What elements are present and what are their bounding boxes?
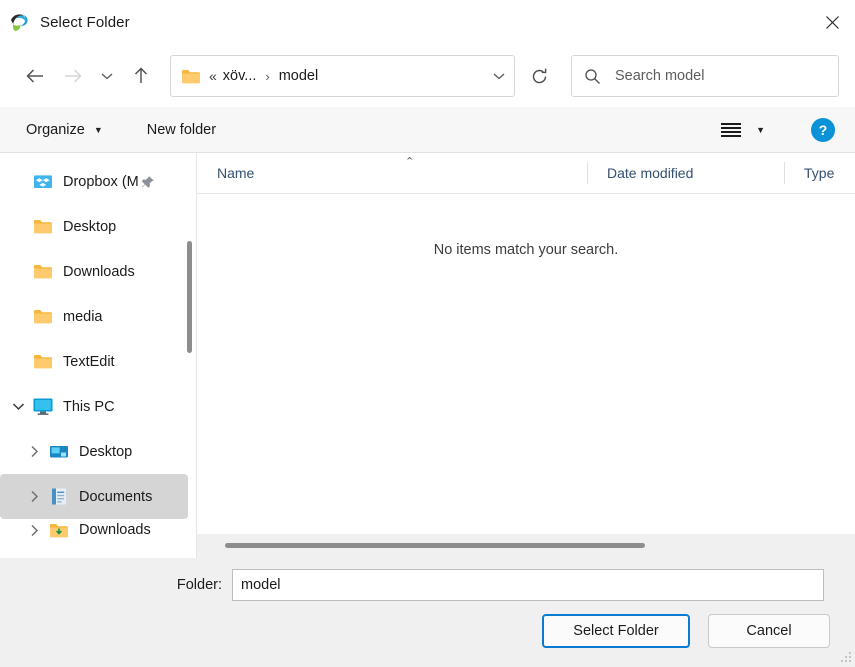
file-list-horizontal-scrollbar-thumb[interactable]: [225, 543, 645, 548]
sidebar-item-downloads[interactable]: Downloads: [0, 249, 196, 294]
view-layout-icon: [720, 122, 742, 138]
file-list-horizontal-scrollbar[interactable]: [197, 534, 855, 558]
folder-icon: [32, 353, 54, 370]
downloads-icon: [48, 522, 70, 539]
command-toolbar: Organize ▼ New folder ▼ ?: [0, 107, 855, 153]
sidebar-item-label: Desktop: [79, 443, 133, 460]
breadcrumb-chevron-down-icon[interactable]: [492, 71, 506, 81]
folder-icon: [32, 308, 54, 325]
file-list-pane: Name ⌃ Date modified Type No items match…: [196, 153, 855, 558]
column-header-date-modified[interactable]: Date modified: [587, 153, 784, 193]
sidebar-item-this-pc[interactable]: This PC: [0, 384, 196, 429]
window-title: Select Folder: [40, 14, 130, 31]
chevron-right-icon[interactable]: [20, 524, 48, 537]
column-header-name[interactable]: Name ⌃: [197, 153, 587, 193]
help-button[interactable]: ?: [811, 117, 835, 142]
folder-field-label: Folder:: [176, 577, 222, 593]
sidebar-item-desktop[interactable]: Desktop: [0, 429, 196, 474]
folder-name-row: Folder:: [0, 568, 855, 602]
breadcrumb-parent[interactable]: xöv...: [223, 68, 257, 84]
column-header-name-label: Name: [217, 165, 255, 181]
recent-locations-chevron-down-icon[interactable]: [92, 57, 122, 95]
view-options-button[interactable]: ▼: [714, 114, 771, 146]
sidebar-item-label: Documents: [79, 488, 153, 505]
sidebar-item-label: This PC: [63, 398, 115, 415]
breadcrumb-overflow[interactable]: «: [209, 68, 217, 84]
folder-name-input[interactable]: [232, 569, 824, 601]
column-header-type-label: Type: [804, 165, 835, 181]
dialog-body: Dropbox (M Desktop Downloads media TextEdit T…: [0, 153, 855, 558]
chevron-right-icon[interactable]: [20, 445, 48, 458]
sidebar-item-textedit[interactable]: TextEdit: [0, 339, 196, 384]
back-arrow-icon[interactable]: [16, 57, 54, 95]
navigation-bar: « xöv... › model: [0, 45, 855, 107]
cancel-button[interactable]: Cancel: [708, 614, 830, 648]
resize-grip-icon[interactable]: [840, 649, 852, 662]
title-bar: Select Folder: [0, 0, 855, 45]
view-chevron-down-icon: ▼: [756, 124, 765, 135]
pin-icon[interactable]: [141, 175, 155, 189]
search-input[interactable]: [613, 67, 826, 85]
folder-icon: [32, 218, 54, 235]
sidebar-item-documents[interactable]: Documents: [0, 474, 188, 519]
this-pc-icon: [32, 397, 54, 416]
breadcrumb-current[interactable]: model: [279, 68, 319, 84]
sidebar-item-label: Downloads: [63, 263, 135, 280]
search-icon: [584, 68, 601, 85]
organize-menu-button[interactable]: Organize ▼: [20, 114, 109, 146]
documents-icon: [48, 487, 70, 506]
app-logo-icon: [8, 11, 32, 35]
refresh-icon[interactable]: [517, 55, 561, 97]
address-breadcrumb-bar[interactable]: « xöv... › model: [170, 55, 515, 97]
chevron-right-icon[interactable]: [20, 490, 48, 503]
up-arrow-icon[interactable]: [122, 57, 160, 95]
sidebar-item-label: Desktop: [63, 218, 117, 235]
empty-state-message: No items match your search.: [433, 242, 619, 258]
sidebar-item-label: TextEdit: [63, 353, 115, 370]
dialog-button-row: Select Folder Cancel: [0, 614, 855, 648]
chevron-down-icon[interactable]: [4, 402, 32, 411]
sidebar-item-desktop[interactable]: Desktop: [0, 204, 196, 249]
folder-icon: [181, 68, 201, 85]
desktop-blue-icon: [48, 443, 70, 460]
breadcrumb-separator: ›: [265, 68, 270, 84]
chevron-down-icon: ▼: [93, 124, 103, 135]
sort-ascending-icon: ⌃: [405, 156, 415, 168]
dropbox-folder-icon: [32, 173, 54, 190]
sidebar-item-media[interactable]: media: [0, 294, 196, 339]
new-folder-button[interactable]: New folder: [141, 114, 222, 146]
close-button[interactable]: [809, 0, 855, 45]
sidebar-item-label: media: [63, 308, 103, 325]
column-header-row: Name ⌃ Date modified Type: [197, 153, 855, 194]
dialog-footer: Folder: Select Folder Cancel: [0, 558, 855, 664]
search-box[interactable]: [571, 55, 839, 97]
sidebar-item-label: Downloads: [79, 522, 151, 538]
forward-arrow-icon[interactable]: [54, 57, 92, 95]
column-header-type[interactable]: Type: [784, 153, 855, 193]
new-folder-label: New folder: [146, 121, 217, 138]
sidebar-item-label: Dropbox (M: [63, 173, 139, 190]
column-header-date-label: Date modified: [607, 165, 694, 181]
sidebar-item-downloads[interactable]: Downloads: [0, 519, 196, 541]
navigation-sidebar: Dropbox (M Desktop Downloads media TextEdit T…: [0, 153, 196, 558]
file-list-empty-state: No items match your search.: [197, 194, 855, 558]
folder-icon: [32, 263, 54, 280]
select-folder-button[interactable]: Select Folder: [542, 614, 690, 648]
organize-label: Organize: [26, 121, 85, 138]
sidebar-item-dropbox-m[interactable]: Dropbox (M: [0, 159, 196, 204]
select-folder-dialog: Select Folder « xöv... › model Search mo…: [0, 0, 855, 664]
sidebar-scrollbar-thumb[interactable]: [187, 241, 192, 353]
